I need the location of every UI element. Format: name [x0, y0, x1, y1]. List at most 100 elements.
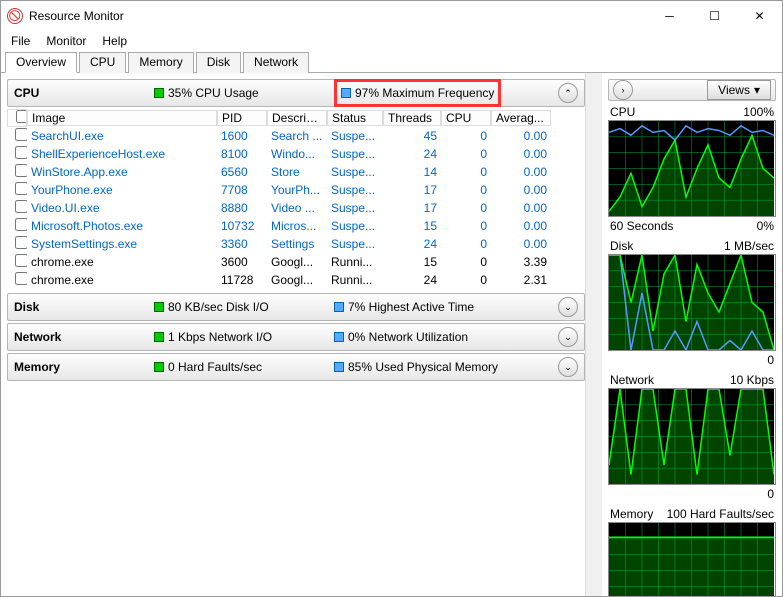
cell-cpu: 0 [441, 255, 491, 269]
cell-cpu: 0 [441, 183, 491, 197]
cell-pid: 3360 [217, 237, 267, 251]
cell-image: Microsoft.Photos.exe [27, 219, 217, 233]
graph-panel: Network10 Kbps0 [608, 373, 776, 501]
table-row[interactable]: Microsoft.Photos.exe10732Micros...Suspe.… [7, 217, 585, 235]
row-checkbox[interactable] [15, 164, 27, 177]
memory-section-header[interactable]: Memory 0 Hard Faults/sec 85% Used Physic… [7, 353, 585, 381]
cell-pid: 8100 [217, 147, 267, 161]
graph-title: Network [610, 373, 654, 387]
table-row[interactable]: chrome.exe3600Googl...Runni...1503.39 [7, 253, 585, 271]
cell-image: Video.UI.exe [27, 201, 217, 215]
graph-scale-top: 100% [743, 105, 774, 119]
cell-image: ShellExperienceHost.exe [27, 147, 217, 161]
network-section-header[interactable]: Network 1 Kbps Network I/O 0% Network Ut… [7, 323, 585, 351]
tab-network[interactable]: Network [243, 52, 309, 73]
memory-section-title: Memory [14, 360, 154, 374]
collapse-graphs-button[interactable]: › [613, 80, 633, 100]
select-all-checkbox[interactable] [16, 110, 27, 123]
cell-threads: 45 [383, 129, 441, 143]
cell-desc: Search ... [267, 129, 327, 143]
cell-cpu: 0 [441, 237, 491, 251]
table-row[interactable]: YourPhone.exe7708YourPh...Suspe...1700.0… [7, 181, 585, 199]
row-checkbox[interactable] [15, 218, 27, 231]
col-pid[interactable]: PID [217, 110, 267, 126]
graphs-container: CPU100%60 Seconds0%Disk1 MB/sec0Network1… [608, 105, 776, 596]
cell-image: chrome.exe [27, 273, 217, 287]
collapse-button[interactable]: ⌃ [558, 83, 578, 103]
cell-status: Suspe... [327, 147, 383, 161]
tab-overview[interactable]: Overview [5, 52, 77, 73]
row-checkbox[interactable] [15, 200, 27, 213]
process-table-header: Image PID Descrip... Status Threads CPU … [7, 109, 585, 127]
graph-title: Memory [610, 507, 653, 521]
graph-scale-bottom: 0 [767, 487, 774, 501]
graph-title: Disk [610, 239, 633, 253]
tab-cpu[interactable]: CPU [79, 52, 126, 73]
col-desc[interactable]: Descrip... [267, 110, 327, 126]
cell-cpu: 0 [441, 165, 491, 179]
disk-section-header[interactable]: Disk 80 KB/sec Disk I/O 7% Highest Activ… [7, 293, 585, 321]
table-row[interactable]: SearchUI.exe1600Search ...Suspe...4500.0… [7, 127, 585, 145]
cpu-usage-stat: 35% CPU Usage [154, 86, 334, 100]
cpu-frequency-highlight: 97% Maximum Frequency [334, 79, 501, 107]
row-checkbox[interactable] [15, 146, 27, 159]
col-image[interactable]: Image [27, 110, 217, 126]
expand-button[interactable]: ⌄ [558, 297, 578, 317]
minimize-button[interactable]: ─ [647, 1, 692, 31]
menu-monitor[interactable]: Monitor [44, 33, 88, 49]
table-row[interactable]: SystemSettings.exe3360SettingsSuspe...24… [7, 235, 585, 253]
col-threads[interactable]: Threads [383, 110, 441, 126]
cell-cpu: 0 [441, 129, 491, 143]
row-checkbox[interactable] [15, 128, 27, 141]
cell-pid: 8880 [217, 201, 267, 215]
green-square-icon [154, 88, 164, 98]
row-checkbox[interactable] [15, 254, 27, 267]
tab-disk[interactable]: Disk [196, 52, 241, 73]
col-status[interactable]: Status [327, 110, 383, 126]
row-checkbox[interactable] [15, 236, 27, 249]
window-title: Resource Monitor [29, 9, 647, 23]
cell-avg: 3.39 [491, 255, 551, 269]
menu-help[interactable]: Help [100, 33, 129, 49]
col-cpu[interactable]: CPU [441, 110, 491, 126]
graph-panel: Memory100 Hard Faults/sec [608, 507, 776, 596]
app-icon: 🚫 [7, 8, 23, 24]
row-checkbox[interactable] [15, 272, 27, 285]
cell-avg: 0.00 [491, 147, 551, 161]
menu-file[interactable]: File [9, 33, 32, 49]
maximize-button[interactable]: ☐ [692, 1, 737, 31]
cell-threads: 15 [383, 255, 441, 269]
graph-plot [608, 522, 776, 596]
cell-threads: 14 [383, 165, 441, 179]
menubar: File Monitor Help [1, 31, 782, 51]
cpu-section-header[interactable]: CPU 35% CPU Usage 97% Maximum Frequency … [7, 79, 585, 107]
vertical-scrollbar[interactable] [585, 73, 602, 596]
tab-memory[interactable]: Memory [128, 52, 193, 73]
network-metric-1: 1 Kbps Network I/O [168, 330, 272, 344]
cell-avg: 2.31 [491, 273, 551, 287]
graph-scale-bottom: 0% [757, 219, 774, 233]
table-row[interactable]: Video.UI.exe8880Video ...Suspe...1700.00 [7, 199, 585, 217]
network-section-title: Network [14, 330, 154, 344]
views-button[interactable]: Views▾ [707, 80, 771, 100]
tab-bar: Overview CPU Memory Disk Network [1, 51, 782, 73]
expand-button[interactable]: ⌄ [558, 327, 578, 347]
blue-square-icon [334, 362, 344, 372]
cpu-usage-text: 35% CPU Usage [168, 86, 259, 100]
cell-avg: 0.00 [491, 183, 551, 197]
disk-metric-1: 80 KB/sec Disk I/O [168, 300, 269, 314]
table-row[interactable]: WinStore.App.exe6560StoreSuspe...1400.00 [7, 163, 585, 181]
cell-threads: 24 [383, 273, 441, 287]
expand-button[interactable]: ⌄ [558, 357, 578, 377]
cell-avg: 0.00 [491, 237, 551, 251]
disk-section-title: Disk [14, 300, 154, 314]
row-checkbox[interactable] [15, 182, 27, 195]
col-average[interactable]: Averag... [491, 110, 551, 126]
table-row[interactable]: chrome.exe11728Googl...Runni...2402.31 [7, 271, 585, 289]
table-row[interactable]: ShellExperienceHost.exe8100Windo...Suspe… [7, 145, 585, 163]
close-button[interactable]: ✕ [737, 1, 782, 31]
green-square-icon [154, 302, 164, 312]
memory-metric-2: 85% Used Physical Memory [348, 360, 498, 374]
cell-image: chrome.exe [27, 255, 217, 269]
graph-panel: Disk1 MB/sec0 [608, 239, 776, 367]
